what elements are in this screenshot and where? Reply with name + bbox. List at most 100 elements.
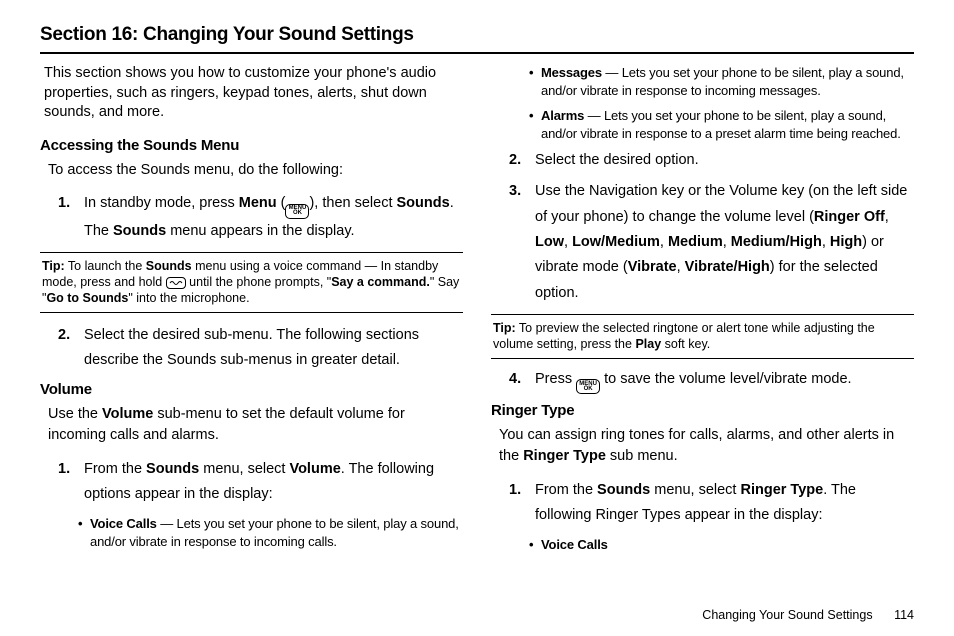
text: until the phone prompts, " <box>186 275 332 289</box>
text: ), then select <box>309 195 396 211</box>
bold: High <box>830 234 862 250</box>
bullet-dot: • <box>529 64 541 99</box>
bold: Voice Calls <box>541 537 608 552</box>
ringer-voice-calls-bullet: • Voice Calls <box>529 536 914 554</box>
text: to save the volume level/vibrate mode. <box>600 371 851 387</box>
step-number: 3. <box>509 179 535 306</box>
menu-ok-key-icon: MENUOK <box>285 204 309 219</box>
volume-step-2: 2. Select the desired option. <box>509 150 914 171</box>
bold: Volume <box>102 406 153 422</box>
volume-tip-box: Tip: To preview the selected ringtone or… <box>491 314 914 359</box>
bold: Messages <box>541 65 602 80</box>
bold: Ringer Off <box>814 209 885 225</box>
bullet-dot: • <box>529 107 541 142</box>
text: menu, select <box>650 482 740 498</box>
bold: Vibrate <box>628 259 677 275</box>
ringer-heading: Ringer Type <box>491 402 914 419</box>
bold: Medium <box>668 234 723 250</box>
bold: Alarms <box>541 108 584 123</box>
text: , <box>660 234 668 250</box>
step-body: Select the desired sub-menu. The followi… <box>84 323 463 374</box>
step-number: 2. <box>58 323 84 374</box>
step-body: Use the Navigation key or the Volume key… <box>535 179 914 306</box>
text: menu appears in the display. <box>166 223 354 239</box>
text: , <box>723 234 731 250</box>
text: sub menu. <box>606 448 678 464</box>
volume-heading: Volume <box>40 381 463 398</box>
menukey-bot: OK <box>293 211 302 216</box>
text: ( <box>277 195 286 211</box>
page-footer: Changing Your Sound Settings 114 <box>702 608 914 622</box>
text: , <box>564 234 572 250</box>
volume-messages-bullet: • Messages — Lets you set your phone to … <box>529 64 914 99</box>
footer-text: Changing Your Sound Settings <box>702 608 872 622</box>
step-body: In standby mode, press Menu (MENUOK), th… <box>84 191 463 244</box>
bold: Volume <box>289 461 340 477</box>
bold: Vibrate/High <box>685 259 770 275</box>
step-number: 4. <box>509 369 535 395</box>
step-body: Select the desired option. <box>535 150 914 171</box>
step-number: 2. <box>509 150 535 171</box>
bullet-body: Messages — Lets you set your phone to be… <box>541 64 914 99</box>
text: To launch the <box>65 259 146 273</box>
step-number: 1. <box>58 457 84 508</box>
bold: Go to Sounds <box>46 291 128 305</box>
volume-alarms-bullet: • Alarms — Lets you set your phone to be… <box>529 107 914 142</box>
bullet-body: Alarms — Lets you set your phone to be s… <box>541 107 914 142</box>
text: In standby mode, press <box>84 195 239 211</box>
bullet-body: Voice Calls <box>541 536 914 554</box>
text: Press <box>535 371 576 387</box>
step-body: Press MENUOK to save the volume level/vi… <box>535 369 914 395</box>
tip-label: Tip: <box>42 259 65 273</box>
text: , <box>677 259 685 275</box>
bold: Say a command. <box>331 275 430 289</box>
tip-label: Tip: <box>493 321 516 335</box>
bold: Sounds <box>146 259 192 273</box>
bold: Ringer Type <box>740 482 823 498</box>
text: — Lets you set your phone to be silent, … <box>541 108 901 141</box>
accessing-heading: Accessing the Sounds Menu <box>40 137 463 154</box>
text: , <box>885 209 889 225</box>
accessing-tip-box: Tip: To launch the Sounds menu using a v… <box>40 252 463 313</box>
intro-text: This section shows you how to customize … <box>44 64 463 123</box>
volume-voice-calls-bullet: • Voice Calls — Lets you set your phone … <box>78 515 463 550</box>
bold: Sounds <box>597 482 650 498</box>
bold-sounds-2: Sounds <box>113 223 166 239</box>
bold-sounds: Sounds <box>397 195 450 211</box>
bold-menu: Menu <box>239 195 277 211</box>
left-column: This section shows you how to customize … <box>40 64 463 562</box>
text: Use the <box>48 406 102 422</box>
menu-ok-key-icon: MENUOK <box>576 379 600 394</box>
text: , <box>822 234 830 250</box>
bold: Voice Calls <box>90 516 157 531</box>
accessing-step-2: 2. Select the desired sub-menu. The foll… <box>58 323 463 374</box>
bold: Low <box>535 234 564 250</box>
bold: Low/Medium <box>572 234 660 250</box>
step-number: 1. <box>509 478 535 529</box>
volume-lead: Use the Volume sub-menu to set the defau… <box>48 404 463 446</box>
bold: Medium/High <box>731 234 822 250</box>
bold: Sounds <box>146 461 199 477</box>
right-column: • Messages — Lets you set your phone to … <box>491 64 914 562</box>
page-title: Section 16: Changing Your Sound Settings <box>40 24 914 46</box>
accessing-lead: To access the Sounds menu, do the follow… <box>48 160 463 181</box>
bullet-dot: • <box>529 536 541 554</box>
text: " into the microphone. <box>128 291 249 305</box>
text: soft key. <box>661 337 710 351</box>
bullet-body: Voice Calls — Lets you set your phone to… <box>90 515 463 550</box>
ringer-step-1: 1. From the Sounds menu, select Ringer T… <box>509 478 914 529</box>
bold: Ringer Type <box>523 448 606 464</box>
volume-step-4: 4. Press MENUOK to save the volume level… <box>509 369 914 395</box>
bullet-dot: • <box>78 515 90 550</box>
volume-step-1: 1. From the Sounds menu, select Volume. … <box>58 457 463 508</box>
ringer-lead: You can assign ring tones for calls, ala… <box>499 425 914 467</box>
step-body: From the Sounds menu, select Volume. The… <box>84 457 463 508</box>
two-column-layout: This section shows you how to customize … <box>40 64 914 562</box>
text: menu, select <box>199 461 289 477</box>
text: From the <box>535 482 597 498</box>
bold: Play <box>635 337 661 351</box>
voice-key-icon <box>166 277 186 289</box>
step-number: 1. <box>58 191 84 244</box>
page-number: 114 <box>894 608 914 622</box>
step-body: From the Sounds menu, select Ringer Type… <box>535 478 914 529</box>
